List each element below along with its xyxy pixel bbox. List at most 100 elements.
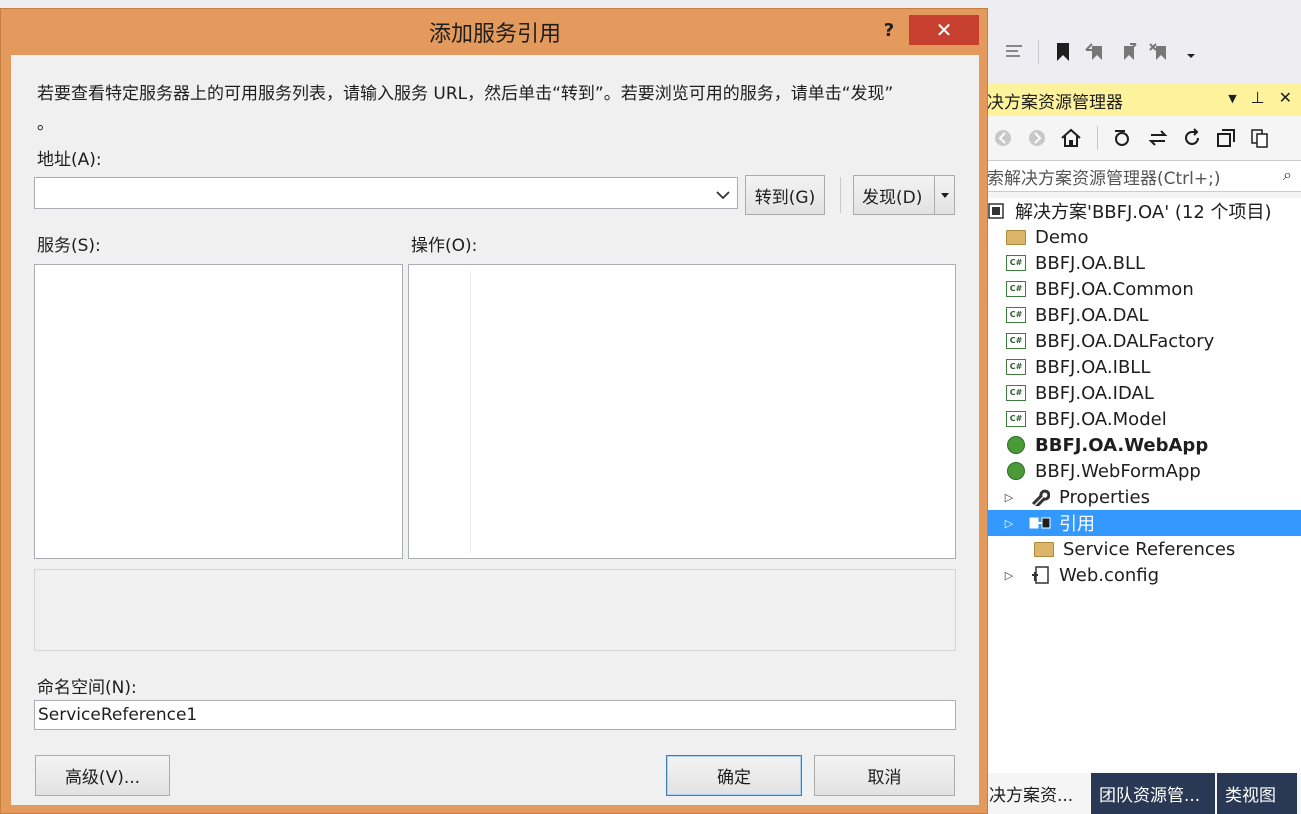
operations-list[interactable] bbox=[408, 264, 956, 559]
help-icon[interactable]: ? bbox=[877, 15, 901, 45]
pin-icon[interactable]: ⊥ bbox=[1251, 88, 1265, 110]
search-placeholder: 索解决方案资源管理器(Ctrl+;) bbox=[987, 168, 1221, 189]
refresh-icon[interactable] bbox=[1180, 126, 1204, 150]
csharp-project-icon: C# bbox=[1005, 410, 1027, 428]
advanced-button[interactable]: 高级(V)... bbox=[35, 755, 170, 796]
status-area bbox=[34, 569, 956, 651]
tree-item[interactable]: C# BBFJ.OA.DALFactory bbox=[981, 328, 1301, 354]
tree-item[interactable]: C# BBFJ.OA.Common bbox=[981, 276, 1301, 302]
panel-tabs: 决方案资... 团队资源管... 类视图 bbox=[981, 773, 1301, 814]
next-bookmark-icon[interactable] bbox=[1115, 40, 1139, 64]
chevron-down-icon[interactable] bbox=[715, 186, 731, 206]
operations-label: 操作(O): bbox=[411, 236, 478, 256]
csharp-project-icon: C# bbox=[1005, 332, 1027, 350]
tree-item[interactable]: C# BBFJ.OA.BLL bbox=[981, 250, 1301, 276]
switch-views-icon[interactable] bbox=[1146, 126, 1170, 150]
tree-item[interactable]: Service References bbox=[981, 536, 1301, 562]
tree-item-label: BBFJ.OA.DAL bbox=[1035, 304, 1149, 326]
tree-item[interactable]: C# BBFJ.OA.IDAL bbox=[981, 380, 1301, 406]
tab-team-explorer[interactable]: 团队资源管... bbox=[1091, 773, 1215, 814]
editor-toolbar bbox=[988, 30, 1301, 74]
cancel-button[interactable]: 取消 bbox=[814, 755, 955, 796]
namespace-label: 命名空间(N): bbox=[37, 678, 137, 698]
expand-arrow-icon[interactable]: ▷ bbox=[1001, 491, 1017, 504]
close-icon[interactable]: ✕ bbox=[1279, 88, 1292, 110]
folder-icon bbox=[1033, 540, 1055, 558]
expand-arrow-icon[interactable]: ▷ bbox=[1001, 517, 1017, 530]
references-icon bbox=[1029, 514, 1051, 532]
tree-item[interactable]: BBFJ.OA.WebApp bbox=[981, 432, 1301, 458]
discover-dropdown-icon[interactable] bbox=[934, 176, 954, 214]
tree-item-label: 引用 bbox=[1059, 514, 1095, 535]
bookmark-icon[interactable] bbox=[1051, 40, 1075, 64]
tab-solution-explorer[interactable]: 决方案资... bbox=[981, 773, 1089, 814]
go-button[interactable]: 转到(G) bbox=[745, 175, 825, 215]
solution-tree: 解决方案'BBFJ.OA' (12 个项目) Demo C# BBFJ.OA.BLL C… bbox=[981, 198, 1301, 773]
address-combobox[interactable] bbox=[34, 177, 738, 209]
add-service-reference-dialog: 添加服务引用 ? ✕ 若要查看特定服务器上的可用服务列表，请输入服务 URL，然… bbox=[0, 8, 988, 814]
close-button[interactable]: ✕ bbox=[909, 15, 979, 45]
csharp-project-icon: C# bbox=[1005, 384, 1027, 402]
search-icon[interactable]: ⌕ bbox=[1283, 165, 1292, 185]
comment-out-icon[interactable] bbox=[1002, 40, 1026, 64]
forward-icon[interactable] bbox=[1025, 126, 1049, 150]
tab-class-view[interactable]: 类视图 bbox=[1217, 773, 1297, 814]
web-project-icon bbox=[1005, 436, 1027, 454]
tree-item-label: Demo bbox=[1035, 226, 1089, 248]
dialog-body: 若要查看特定服务器上的可用服务列表，请输入服务 URL，然后单击“转到”。若要浏… bbox=[11, 55, 979, 805]
solution-explorer-toolbar bbox=[981, 118, 1301, 158]
discover-button[interactable]: 发现(D) bbox=[853, 175, 955, 215]
tree-item-label: Properties bbox=[1059, 486, 1150, 508]
csharp-project-icon: C# bbox=[1005, 280, 1027, 298]
namespace-field[interactable]: ServiceReference1 bbox=[34, 700, 956, 730]
title-controls: ▼ ⊥ ✕ bbox=[1228, 88, 1292, 110]
tree-item[interactable]: ▷ Properties bbox=[981, 484, 1301, 510]
discover-label: 发现(D) bbox=[862, 187, 923, 208]
csharp-project-icon: C# bbox=[1005, 254, 1027, 272]
toolbar-separator bbox=[1097, 126, 1098, 150]
home-icon[interactable] bbox=[1059, 126, 1083, 150]
sync-with-document-icon[interactable] bbox=[1112, 126, 1136, 150]
tree-item[interactable]: ▷ 引用 bbox=[981, 510, 1301, 536]
ok-button[interactable]: 确定 bbox=[666, 755, 802, 796]
dialog-title: 添加服务引用 bbox=[428, 22, 561, 47]
back-icon[interactable] bbox=[991, 126, 1015, 150]
csharp-project-icon: C# bbox=[1005, 306, 1027, 324]
namespace-value: ServiceReference1 bbox=[38, 705, 198, 725]
prev-bookmark-icon[interactable] bbox=[1083, 40, 1107, 64]
tree-item[interactable]: 解决方案'BBFJ.OA' (12 个项目) bbox=[981, 198, 1301, 224]
solution-explorer-title-bar: 决方案资源管理器 ▼ ⊥ ✕ bbox=[981, 84, 1301, 116]
expand-arrow-icon[interactable]: ▷ bbox=[1001, 569, 1017, 582]
clear-bookmark-icon[interactable] bbox=[1147, 40, 1171, 64]
folder-icon bbox=[1005, 228, 1027, 246]
tree-item[interactable]: ▷ Web.config bbox=[981, 562, 1301, 588]
separator bbox=[840, 177, 841, 213]
instructions-text-cont: 。 bbox=[37, 114, 54, 134]
tree-item-label: BBFJ.OA.Model bbox=[1035, 408, 1167, 430]
tree-item-label: BBFJ.OA.BLL bbox=[1035, 252, 1146, 274]
tree-item-label: Web.config bbox=[1059, 564, 1160, 586]
operations-divider bbox=[470, 271, 471, 553]
show-all-files-icon[interactable] bbox=[1248, 126, 1272, 150]
web-project-icon bbox=[1005, 462, 1027, 480]
config-file-icon bbox=[1029, 566, 1051, 584]
solution-explorer-panel: 决方案资源管理器 ▼ ⊥ ✕ 索解决方案资源管理器(Ctrl+;) ⌕ 解决方案… bbox=[980, 84, 1301, 814]
tree-item-label: 解决方案'BBFJ.OA' (12 个项目) bbox=[1015, 202, 1272, 223]
tree-item[interactable]: C# BBFJ.OA.DAL bbox=[981, 302, 1301, 328]
tree-item-label: BBFJ.OA.Common bbox=[1035, 278, 1194, 300]
tree-item[interactable]: C# BBFJ.OA.IBLL bbox=[981, 354, 1301, 380]
solution-icon bbox=[985, 202, 1007, 220]
overflow-icon[interactable] bbox=[1179, 40, 1203, 64]
wrench-icon bbox=[1029, 488, 1051, 506]
tree-item-label: BBFJ.OA.WebApp bbox=[1035, 434, 1209, 456]
tree-item[interactable]: C# BBFJ.OA.Model bbox=[981, 406, 1301, 432]
instructions-text: 若要查看特定服务器上的可用服务列表，请输入服务 URL，然后单击“转到”。若要浏… bbox=[37, 84, 894, 104]
tree-item[interactable]: BBFJ.WebFormApp bbox=[981, 458, 1301, 484]
solution-explorer-search[interactable]: 索解决方案资源管理器(Ctrl+;) ⌕ bbox=[981, 160, 1301, 192]
services-tree[interactable] bbox=[34, 264, 403, 559]
services-label: 服务(S): bbox=[37, 236, 101, 256]
tree-item[interactable]: Demo bbox=[981, 224, 1301, 250]
dropdown-icon[interactable]: ▼ bbox=[1228, 88, 1236, 110]
collapse-all-icon[interactable] bbox=[1214, 126, 1238, 150]
tree-item-label: BBFJ.WebFormApp bbox=[1035, 460, 1201, 482]
